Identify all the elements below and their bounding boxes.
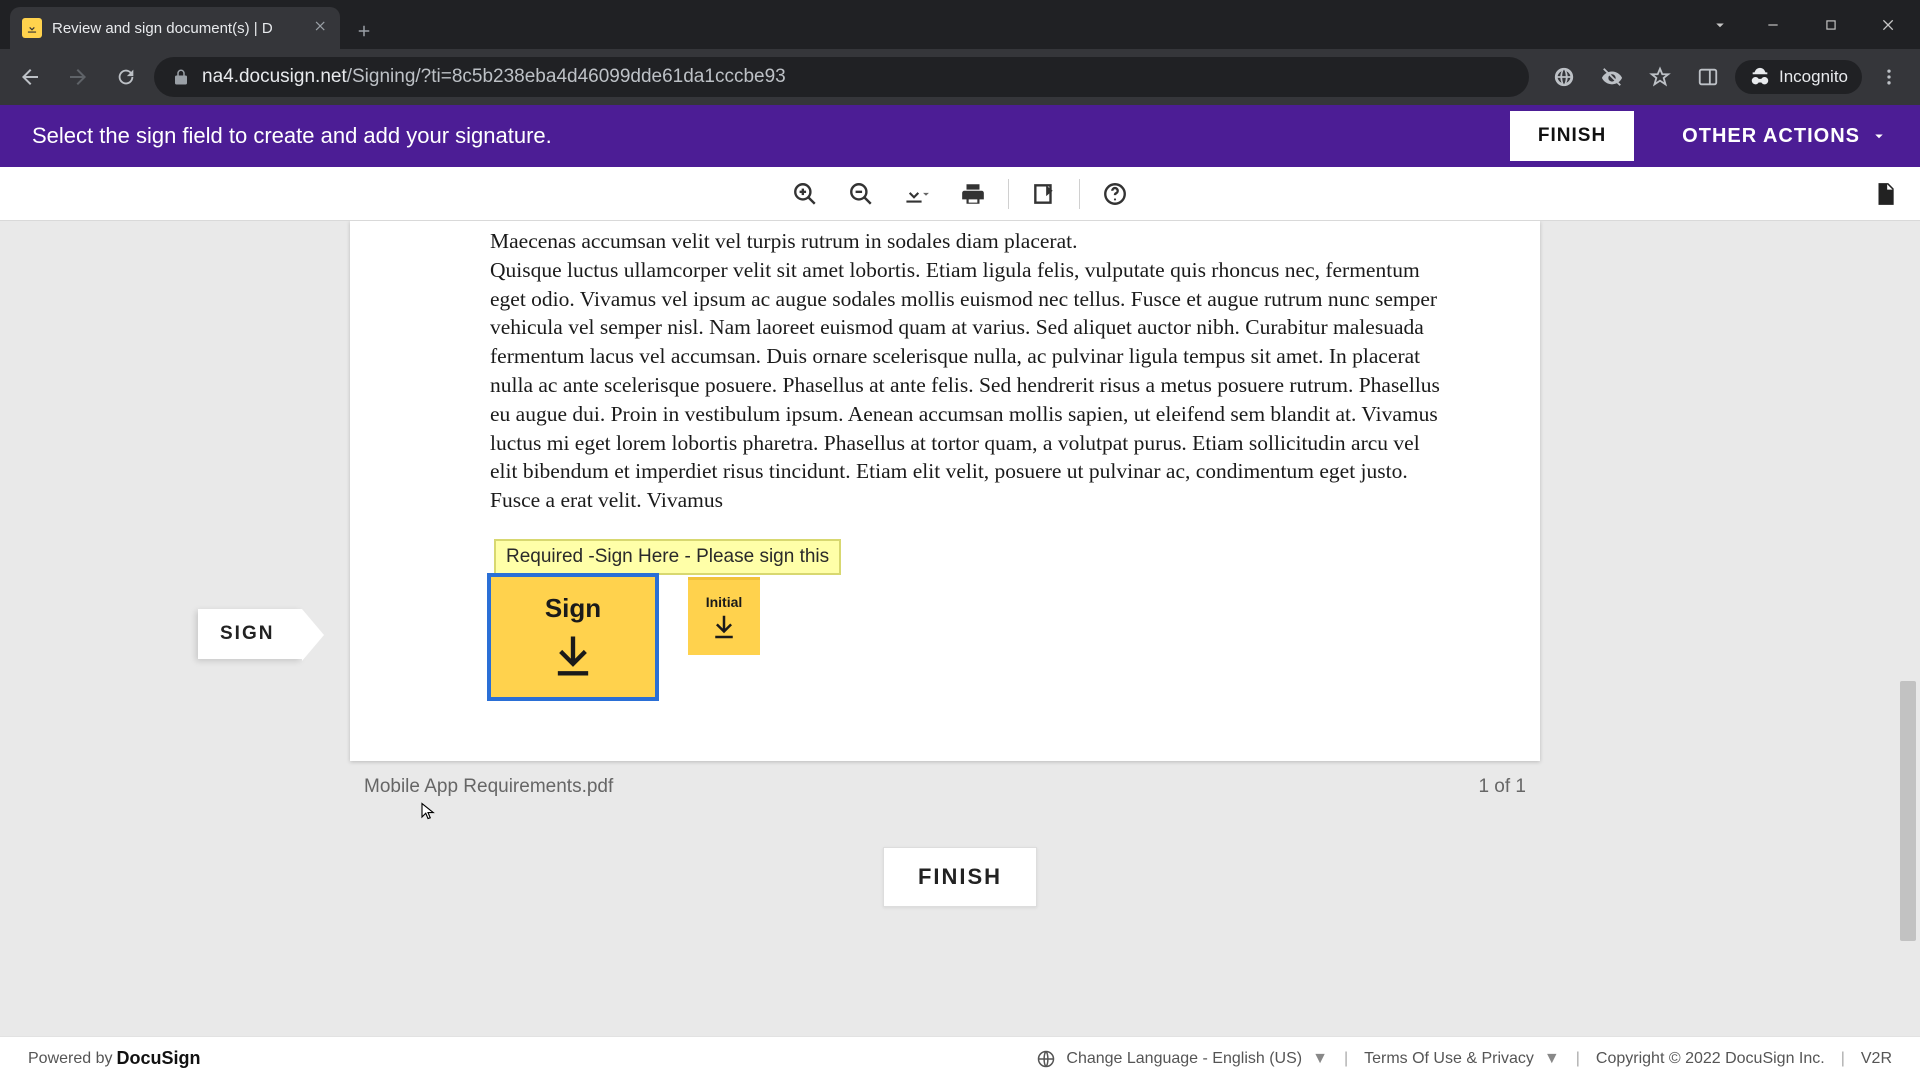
zoom-out-button[interactable] — [834, 172, 888, 216]
instruction-text: Select the sign field to create and add … — [32, 123, 552, 149]
docusign-brand: DocuSign — [117, 1048, 201, 1069]
back-button[interactable] — [10, 57, 50, 97]
lock-icon — [172, 68, 190, 86]
tabs-dropdown-icon[interactable] — [1696, 5, 1744, 45]
document-canvas[interactable]: SIGN Maecenas accumsan velit vel turpis … — [0, 221, 1920, 1036]
powered-by-label: Powered by — [28, 1050, 113, 1068]
favicon-icon — [22, 18, 42, 38]
incognito-indicator[interactable]: Incognito — [1735, 60, 1862, 94]
sign-field-tooltip: Required -Sign Here - Please sign this — [494, 539, 841, 575]
browser-nav-bar: na4.docusign.net/Signing/?ti=8c5b238eba4… — [0, 49, 1920, 105]
sign-field[interactable]: Sign — [487, 573, 659, 701]
new-tab-button[interactable] — [346, 13, 382, 49]
help-button[interactable] — [1088, 172, 1142, 216]
initial-arrow-icon — [709, 612, 739, 642]
print-button[interactable] — [946, 172, 1000, 216]
download-button[interactable] — [890, 172, 944, 216]
document-toolbar — [0, 167, 1920, 221]
document-page: Maecenas accumsan velit vel turpis rutru… — [350, 221, 1540, 761]
finish-button-bottom[interactable]: FINISH — [883, 847, 1037, 907]
window-close-button[interactable] — [1860, 5, 1918, 45]
address-bar[interactable]: na4.docusign.net/Signing/?ti=8c5b238eba4… — [154, 57, 1529, 97]
incognito-label: Incognito — [1779, 67, 1848, 87]
url-text: na4.docusign.net/Signing/?ti=8c5b238eba4… — [202, 66, 786, 88]
globe-icon — [1036, 1049, 1056, 1069]
side-panel-icon[interactable] — [1687, 57, 1729, 97]
forward-button[interactable] — [58, 57, 98, 97]
reload-button[interactable] — [106, 57, 146, 97]
version-text: V2R — [1861, 1050, 1892, 1068]
terms-link[interactable]: Terms Of Use & Privacy — [1364, 1050, 1534, 1068]
bookmark-star-icon[interactable] — [1639, 57, 1681, 97]
mouse-cursor-icon — [419, 799, 437, 823]
toolbar-separator — [1079, 179, 1080, 209]
window-maximize-button[interactable] — [1802, 5, 1860, 45]
sign-field-label: Sign — [545, 593, 601, 624]
other-actions-label: OTHER ACTIONS — [1682, 125, 1860, 148]
finish-button[interactable]: FINISH — [1510, 111, 1634, 161]
close-tab-icon[interactable] — [314, 19, 328, 37]
chevron-down-icon: ▼ — [1544, 1050, 1560, 1068]
document-panel-toggle[interactable] — [1868, 177, 1902, 211]
sign-arrow-icon — [547, 630, 599, 682]
docusign-footer: Powered by DocuSign Change Language - En… — [0, 1036, 1920, 1080]
window-minimize-button[interactable] — [1744, 5, 1802, 45]
active-tab[interactable]: Review and sign document(s) | D — [10, 7, 340, 49]
initial-field[interactable]: Initial — [688, 577, 760, 655]
browser-menu-icon[interactable] — [1868, 57, 1910, 97]
vertical-scrollbar[interactable] — [1900, 221, 1918, 1036]
toolbar-separator — [1008, 179, 1009, 209]
page-indicator: 1 of 1 — [1478, 776, 1526, 798]
document-file-name: Mobile App Requirements.pdf — [364, 776, 613, 798]
scrollbar-thumb[interactable] — [1900, 681, 1916, 941]
chevron-down-icon — [1870, 127, 1888, 145]
sign-here-flag[interactable]: SIGN — [198, 609, 302, 659]
zoom-in-button[interactable] — [778, 172, 832, 216]
assign-button[interactable] — [1017, 172, 1071, 216]
tab-title: Review and sign document(s) | D — [52, 20, 304, 37]
initial-field-label: Initial — [706, 594, 743, 610]
chevron-down-icon — [919, 187, 933, 201]
change-language-link[interactable]: Change Language - English (US) — [1066, 1050, 1302, 1068]
other-actions-dropdown[interactable]: OTHER ACTIONS — [1654, 125, 1888, 148]
page-meta-row: Mobile App Requirements.pdf 1 of 1 — [364, 776, 1526, 798]
document-body-text: Maecenas accumsan velit vel turpis rutru… — [490, 227, 1440, 515]
translate-icon[interactable] — [1543, 57, 1585, 97]
docusign-action-bar: Select the sign field to create and add … — [0, 105, 1920, 167]
copyright-text: Copyright © 2022 DocuSign Inc. — [1596, 1050, 1825, 1068]
browser-tab-strip: Review and sign document(s) | D — [0, 0, 1920, 49]
incognito-icon — [1749, 66, 1771, 88]
incognito-eye-icon[interactable] — [1591, 57, 1633, 97]
chevron-down-icon: ▼ — [1312, 1050, 1328, 1068]
